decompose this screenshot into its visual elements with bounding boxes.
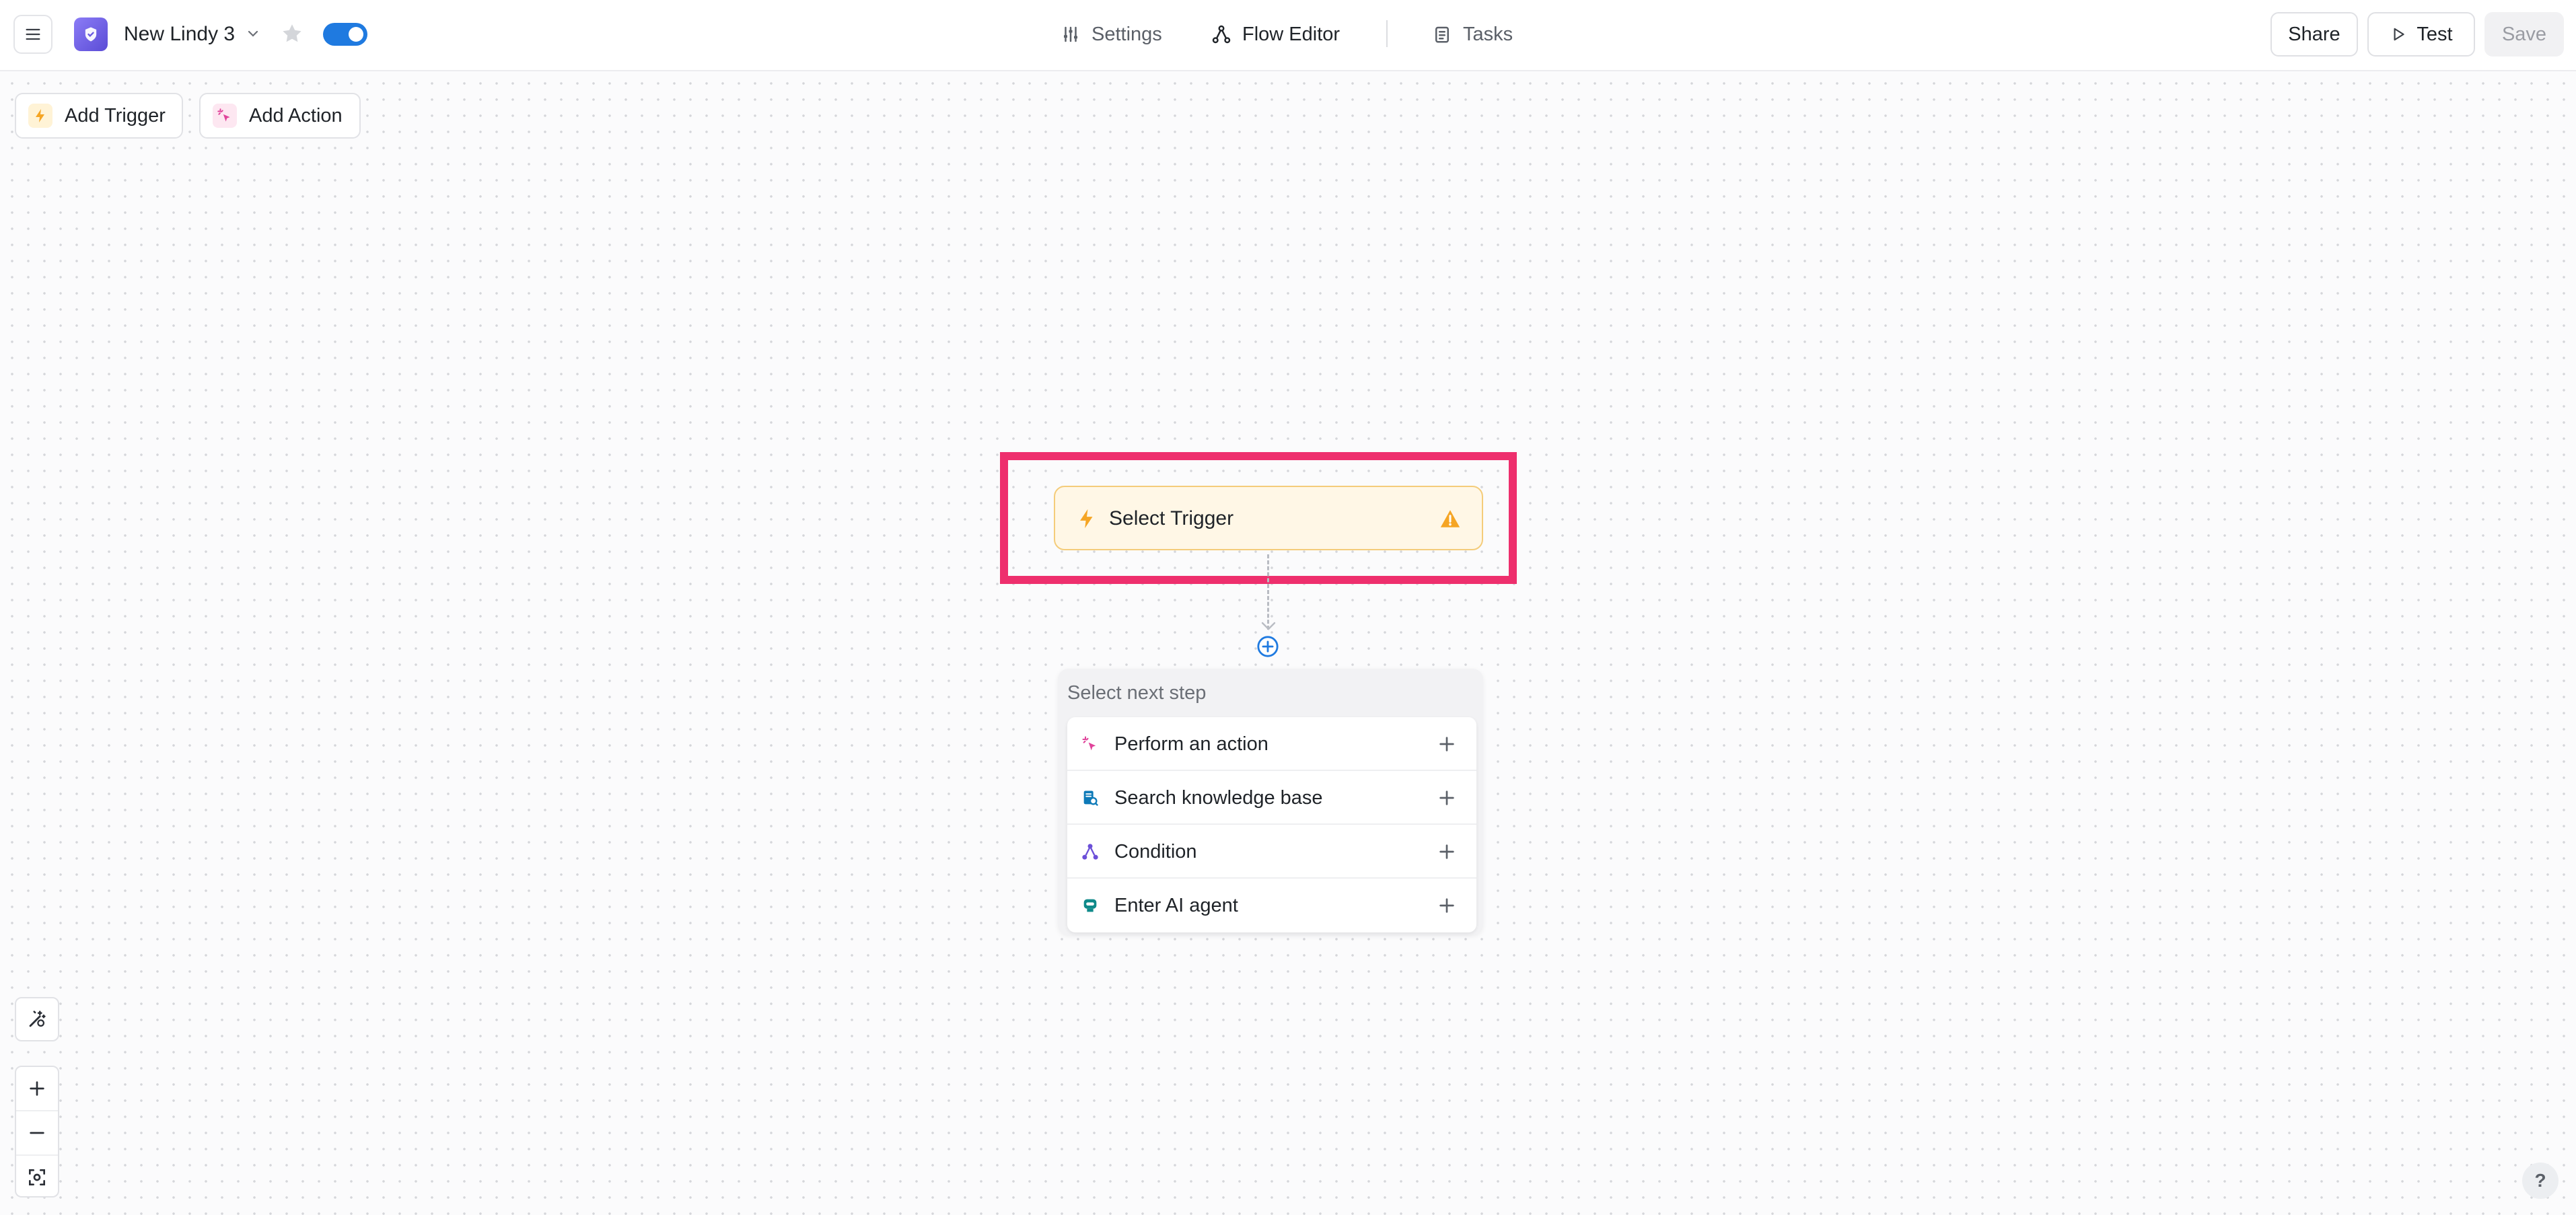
star-icon[interactable] <box>280 22 304 46</box>
trigger-node[interactable]: Select Trigger <box>1054 486 1483 550</box>
arrow-down-icon <box>1261 622 1276 630</box>
top-bar: New Lindy 3 Settings Flow Editor Tasks S… <box>0 0 2576 71</box>
flow-canvas[interactable] <box>0 71 2576 1215</box>
hamburger-icon <box>26 28 40 40</box>
add-action-label: Add Action <box>249 104 343 126</box>
clipboard-icon <box>1435 26 1449 43</box>
shield-icon <box>85 27 97 42</box>
magic-wand-icon <box>29 1010 46 1027</box>
tab-tasks[interactable]: Tasks <box>1432 17 1513 51</box>
list-item-label: Condition <box>1114 841 1197 862</box>
tab-flow-editor-label: Flow Editor <box>1242 23 1340 45</box>
tab-settings[interactable]: Settings <box>1061 17 1162 51</box>
test-button-label: Test <box>2417 23 2453 45</box>
fit-view-icon <box>29 1169 45 1185</box>
menu-button[interactable] <box>13 15 52 54</box>
minus-icon <box>30 1132 44 1134</box>
next-step-list: Perform an action Search knowledge base <box>1067 717 1476 932</box>
test-button[interactable]: Test <box>2367 12 2475 57</box>
plus-icon[interactable] <box>1436 787 1458 809</box>
add-step-icon[interactable] <box>1256 635 1279 658</box>
auto-layout-button[interactable] <box>15 997 59 1041</box>
plus-icon[interactable] <box>1436 733 1458 755</box>
agent-name[interactable]: New Lindy 3 <box>124 20 235 48</box>
tab-tasks-label: Tasks <box>1463 23 1513 45</box>
nav-divider <box>1386 20 1388 47</box>
plus-icon <box>30 1081 44 1096</box>
toggle-knob <box>349 27 363 42</box>
add-trigger-label: Add Trigger <box>65 104 166 126</box>
enable-toggle[interactable] <box>323 23 367 46</box>
zoom-controls <box>15 1066 59 1198</box>
share-button[interactable]: Share <box>2270 12 2358 57</box>
list-item-label: Search knowledge base <box>1114 787 1323 809</box>
condition-icon <box>1079 841 1101 862</box>
trigger-node-label: Select Trigger <box>1109 507 1234 529</box>
zoom-out-button[interactable] <box>16 1111 58 1156</box>
plus-icon[interactable] <box>1436 895 1458 916</box>
chevron-down-icon[interactable] <box>245 26 261 42</box>
next-step-perform-action[interactable]: Perform an action <box>1067 717 1476 771</box>
add-trigger-button[interactable]: Add Trigger <box>15 93 183 139</box>
sparkle-cursor-icon <box>213 104 237 128</box>
help-button[interactable]: ? <box>2522 1163 2559 1199</box>
sliders-icon <box>1064 26 1077 42</box>
ai-agent-icon <box>1079 895 1101 916</box>
knowledge-base-icon <box>1079 787 1101 809</box>
next-step-panel: Select next step Perform an action Searc… <box>1058 669 1483 935</box>
flow-icon <box>1212 25 1231 44</box>
agent-avatar <box>74 17 108 51</box>
add-action-button[interactable]: Add Action <box>199 93 361 139</box>
fit-view-button[interactable] <box>16 1156 58 1199</box>
play-icon <box>2394 28 2405 41</box>
tab-settings-label: Settings <box>1092 23 1162 45</box>
lightning-icon <box>1080 509 1093 529</box>
plus-icon[interactable] <box>1436 841 1458 862</box>
lightning-icon <box>28 104 52 128</box>
next-step-enter-ai-agent[interactable]: Enter AI agent <box>1067 879 1476 932</box>
next-step-title: Select next step <box>1067 682 1207 704</box>
list-item-label: Perform an action <box>1114 733 1268 755</box>
sparkle-cursor-icon <box>1079 733 1101 755</box>
next-step-condition[interactable]: Condition <box>1067 825 1476 879</box>
list-item-label: Enter AI agent <box>1114 895 1238 916</box>
save-button[interactable]: Save <box>2484 12 2564 57</box>
zoom-in-button[interactable] <box>16 1067 58 1111</box>
next-step-search-knowledge-base[interactable]: Search knowledge base <box>1067 771 1476 825</box>
connector-line <box>1267 554 1269 630</box>
tab-flow-editor[interactable]: Flow Editor <box>1211 17 1340 51</box>
warning-icon <box>1440 510 1460 527</box>
